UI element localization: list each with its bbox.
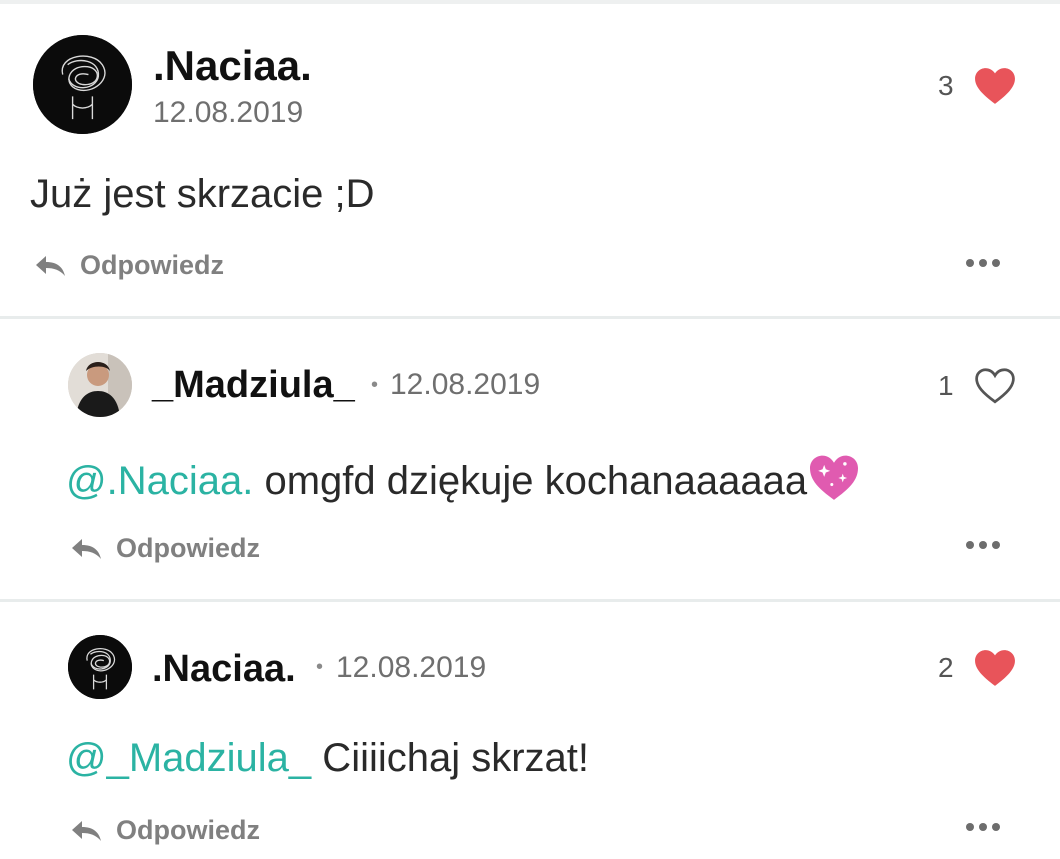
reply-button[interactable]: Odpowiedz xyxy=(70,533,260,564)
comment-text: @.Naciaa. omgfd dziękuje kochanaaaaaa xyxy=(66,454,861,504)
comment-text: @_Madziula_ Ciiiichaj skrzat! xyxy=(66,736,589,781)
reply-arrow-icon xyxy=(72,820,101,841)
mention-link[interactable]: @.Naciaa. xyxy=(66,459,253,503)
reply-label: Odpowiedz xyxy=(80,250,224,280)
more-options-icon[interactable] xyxy=(966,823,1000,831)
heart-outline-icon[interactable] xyxy=(974,367,1016,405)
like-count: 2 xyxy=(938,652,954,683)
comment-date: 12.08.2019 xyxy=(336,651,487,684)
heart-filled-icon[interactable] xyxy=(974,649,1016,687)
reply-arrow-icon xyxy=(72,538,101,559)
more-options-icon[interactable] xyxy=(966,259,1000,267)
comment-text: Już jest skrzacie ;D xyxy=(30,172,375,216)
username[interactable]: .Naciaa. xyxy=(153,42,312,90)
comment-body: omgfd dziękuje kochanaaaaaa xyxy=(253,459,808,503)
avatar[interactable] xyxy=(68,635,132,699)
reply-button[interactable]: Odpowiedz xyxy=(70,815,260,846)
avatar[interactable] xyxy=(33,35,132,134)
sparkling-heart-icon xyxy=(810,455,859,500)
reply-label: Odpowiedz xyxy=(116,533,260,563)
more-options-icon[interactable] xyxy=(966,541,1000,549)
username[interactable]: .Naciaa. xyxy=(152,648,296,691)
mention-link[interactable]: @_Madziula_ xyxy=(66,736,311,780)
heart-filled-icon[interactable] xyxy=(974,67,1016,105)
comment-thread: .Naciaa. 12.08.2019 3 Już jest skrzacie … xyxy=(0,0,1060,859)
reply-arrow-icon xyxy=(36,255,65,276)
like-count: 3 xyxy=(938,70,954,101)
comment-divider xyxy=(0,599,1060,602)
avatar[interactable] xyxy=(68,353,132,417)
comment-divider xyxy=(0,316,1060,319)
reply-label: Odpowiedz xyxy=(116,815,260,845)
separator-dot: • xyxy=(371,374,379,396)
reply-button[interactable]: Odpowiedz xyxy=(34,250,224,281)
username[interactable]: _Madziula_ xyxy=(152,364,355,407)
top-divider xyxy=(0,0,1060,4)
comment-body: Ciiiichaj skrzat! xyxy=(311,736,590,780)
comment-date: 12.08.2019 xyxy=(390,368,541,401)
comment-date: 12.08.2019 xyxy=(153,96,304,129)
separator-dot: • xyxy=(316,656,324,678)
like-count: 1 xyxy=(938,370,954,401)
